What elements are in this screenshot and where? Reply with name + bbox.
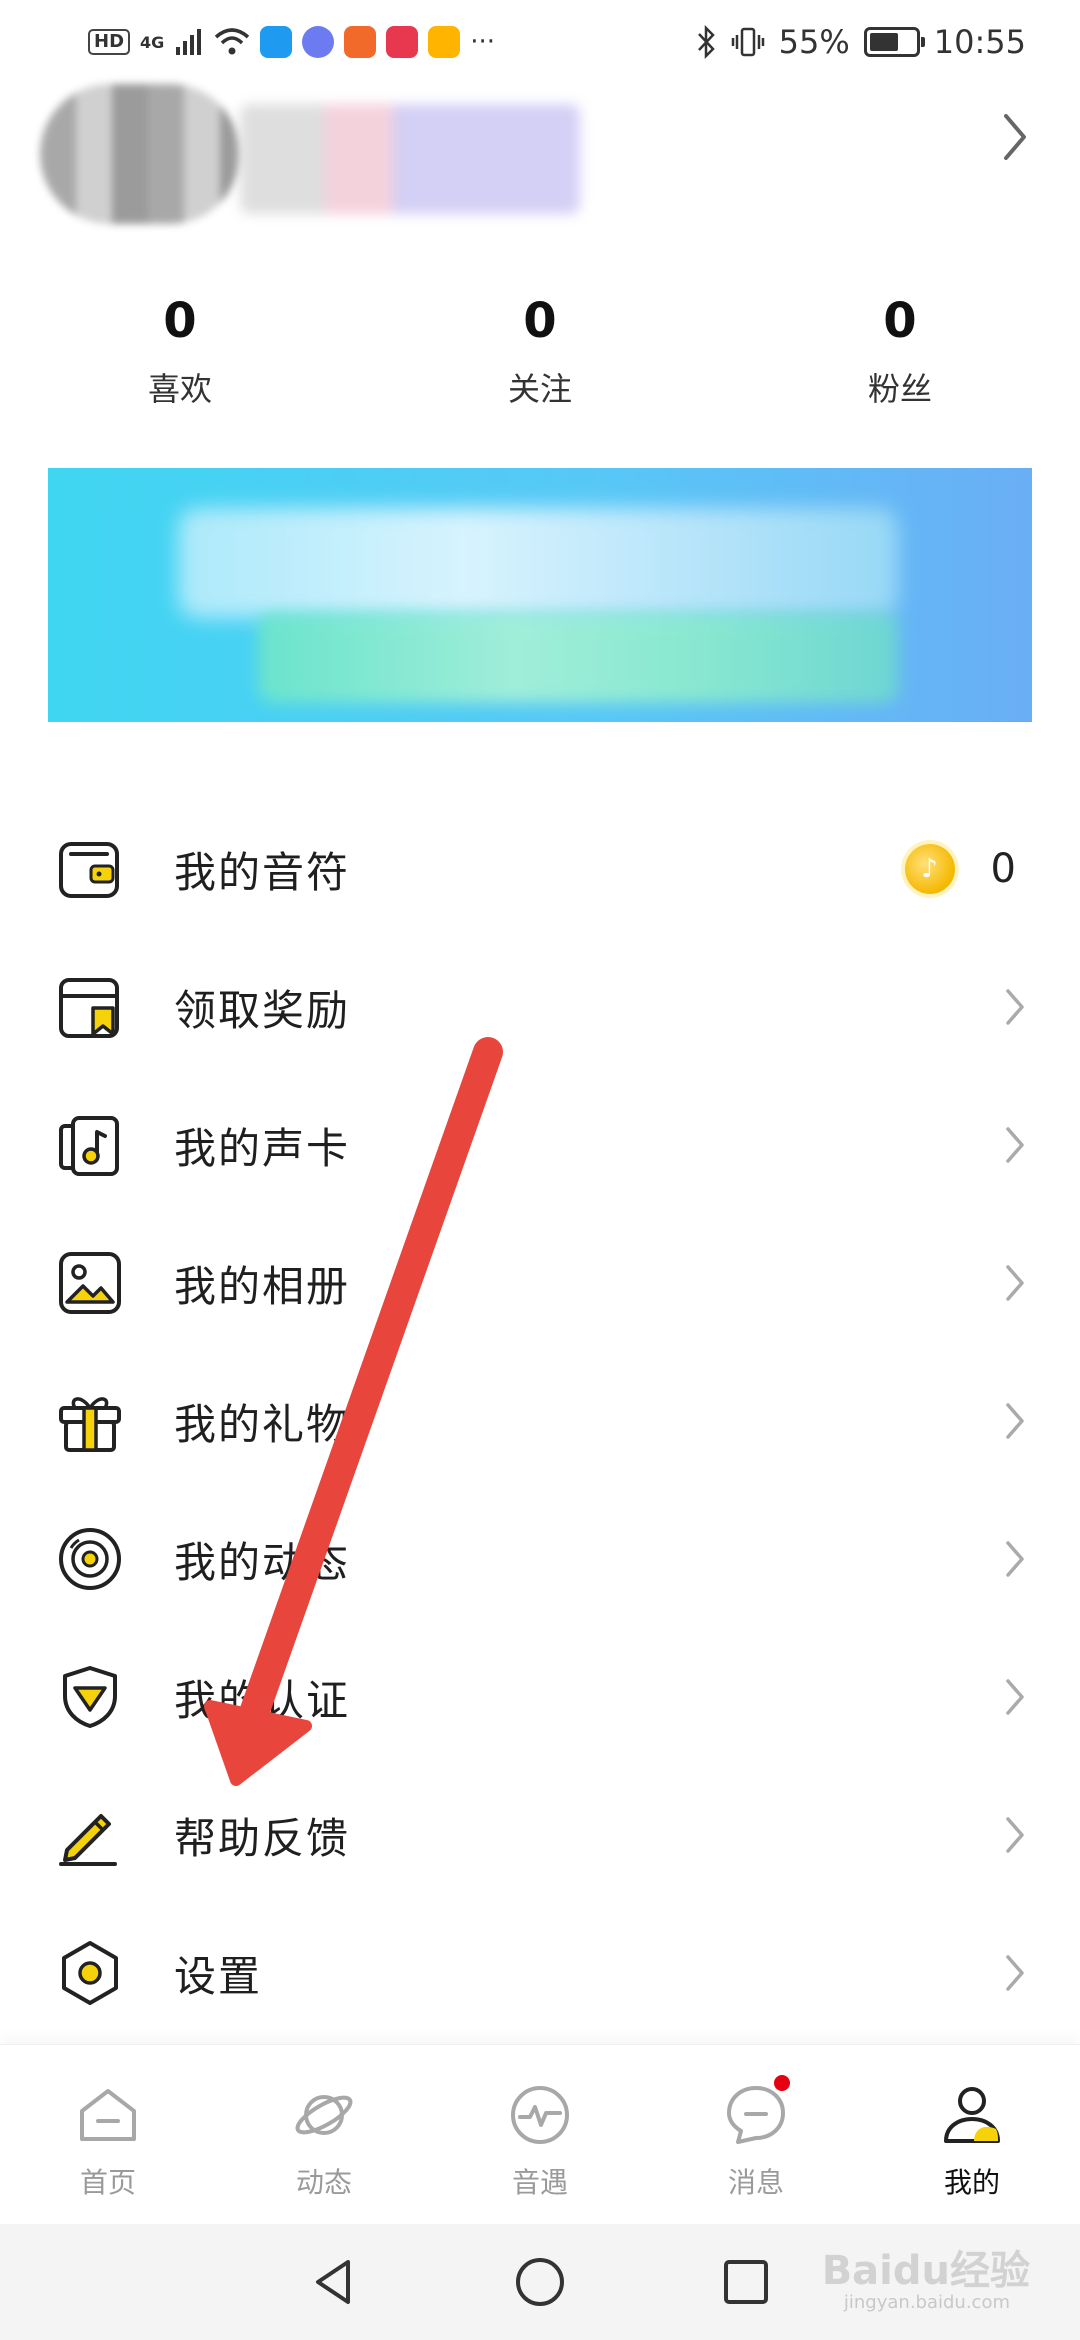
- menu-item-album[interactable]: 我的相册: [0, 1214, 1080, 1352]
- pencil-icon: [56, 1801, 124, 1869]
- sound-card-icon: [56, 1111, 124, 1179]
- wifi-icon: [215, 28, 250, 55]
- vibrate-icon: [731, 27, 764, 57]
- record-disc-icon: [56, 1525, 124, 1593]
- album-icon: [56, 1249, 124, 1317]
- stat-value: 0: [883, 293, 917, 349]
- stat-value: 0: [163, 293, 197, 349]
- menu-list: 我的音符 ♪ 0 领取奖励 我的声卡 我的相册 我的礼物 我的动态 我的认证 帮…: [0, 800, 1080, 2042]
- banner-blurred-subtitle: [258, 613, 898, 703]
- stat-value: 0: [523, 293, 557, 349]
- menu-item-settings[interactable]: 设置: [0, 1904, 1080, 2042]
- home-circle-icon[interactable]: [512, 2254, 568, 2310]
- hexagon-gear-icon: [56, 1939, 124, 2007]
- chevron-right-icon: [1006, 1679, 1024, 1715]
- shield-icon: [56, 1663, 124, 1731]
- chevron-right-icon: [1006, 1265, 1024, 1301]
- menu-item-label: 我的声卡: [174, 1123, 351, 1173]
- hd-badge: HD: [88, 29, 131, 55]
- tab-messages[interactable]: 消息: [648, 2045, 864, 2224]
- menu-item-label: 帮助反馈: [174, 1813, 351, 1863]
- back-icon[interactable]: [306, 2254, 362, 2310]
- menu-item-verification[interactable]: 我的认证: [0, 1628, 1080, 1766]
- profile-stats: 0 喜欢 0 关注 0 粉丝: [0, 290, 1080, 420]
- battery-percent: 55%: [778, 23, 850, 61]
- banner-blurred-title: [178, 508, 898, 618]
- person-icon: [940, 2083, 1004, 2151]
- battery-icon: [863, 27, 925, 57]
- network-type: 4G: [140, 32, 165, 52]
- chevron-right-icon: [1006, 1541, 1024, 1577]
- more-notifications: ···: [470, 27, 496, 57]
- menu-item-label: 我的动态: [174, 1537, 351, 1587]
- unread-badge: [774, 2075, 790, 2091]
- stat-following[interactable]: 0 关注: [360, 290, 720, 420]
- music-app-icon: [302, 26, 335, 58]
- notes-count: 0: [990, 846, 1016, 892]
- menu-item-help-feedback[interactable]: 帮助反馈: [0, 1766, 1080, 1904]
- planet-icon: [292, 2083, 356, 2151]
- tab-label: 我的: [943, 2166, 1000, 2199]
- gift-icon: [56, 1387, 124, 1455]
- tab-label: 首页: [79, 2166, 136, 2199]
- stat-likes[interactable]: 0 喜欢: [0, 290, 360, 420]
- bluetooth-icon: [697, 25, 715, 59]
- avatar[interactable]: [40, 84, 240, 224]
- menu-item-moments[interactable]: 我的动态: [0, 1490, 1080, 1628]
- clock: 10:55: [933, 23, 1026, 61]
- stat-label: 喜欢: [147, 370, 212, 408]
- bottom-tab-bar: 首页 动态 音遇 消息 我的: [0, 2044, 1080, 2224]
- menu-item-label: 我的相册: [174, 1261, 351, 1311]
- promo-banner[interactable]: [48, 468, 1032, 722]
- menu-item-label: 我的礼物: [174, 1399, 351, 1449]
- notes-app-icon: [428, 26, 461, 58]
- baidu-watermark: Baidu经验: [821, 2248, 1030, 2294]
- tab-label: 消息: [727, 2166, 784, 2199]
- reward-icon: [56, 973, 124, 1041]
- tab-encounter[interactable]: 音遇: [432, 2045, 648, 2224]
- chat-icon: [724, 2083, 788, 2151]
- status-bar: HD 4G ··· 55% 10:55: [0, 0, 1080, 84]
- tab-label: 音遇: [511, 2166, 568, 2199]
- profile-header[interactable]: [0, 84, 1080, 284]
- reader-app-icon: [386, 26, 419, 58]
- baidu-watermark-url: jingyan.baidu.com: [843, 2292, 1010, 2313]
- store-app-icon: [344, 26, 377, 58]
- chevron-right-icon: [1006, 989, 1024, 1025]
- menu-item-label: 领取奖励: [174, 985, 351, 1035]
- stat-fans[interactable]: 0 粉丝: [720, 290, 1080, 420]
- chevron-right-icon: [1006, 1127, 1024, 1163]
- browser-app-icon: [260, 26, 293, 58]
- tab-home[interactable]: 首页: [0, 2045, 216, 2224]
- recents-icon[interactable]: [718, 2254, 774, 2310]
- chevron-right-icon: [1006, 1403, 1024, 1439]
- chevron-right-icon[interactable]: [1000, 110, 1030, 164]
- home-icon: [76, 2083, 140, 2151]
- stat-label: 关注: [507, 370, 572, 408]
- menu-item-sound-card[interactable]: 我的声卡: [0, 1076, 1080, 1214]
- menu-item-rewards[interactable]: 领取奖励: [0, 938, 1080, 1076]
- tab-label: 动态: [295, 2166, 352, 2199]
- username-blurred: [240, 104, 580, 214]
- chevron-right-icon: [1006, 1955, 1024, 1991]
- tab-me[interactable]: 我的: [864, 2045, 1080, 2224]
- menu-item-gifts[interactable]: 我的礼物: [0, 1352, 1080, 1490]
- wallet-icon: [56, 835, 124, 903]
- menu-item-label: 设置: [174, 1951, 263, 2001]
- menu-item-notes[interactable]: 我的音符 ♪ 0: [0, 800, 1080, 938]
- tab-moments[interactable]: 动态: [216, 2045, 432, 2224]
- menu-item-label: 我的音符: [174, 847, 351, 897]
- signal-icon: [176, 29, 202, 55]
- menu-item-label: 我的认证: [174, 1675, 351, 1725]
- pulse-icon: [508, 2083, 572, 2151]
- chevron-right-icon: [1006, 1817, 1024, 1853]
- music-coin-icon: ♪: [904, 844, 955, 894]
- stat-label: 粉丝: [867, 370, 932, 408]
